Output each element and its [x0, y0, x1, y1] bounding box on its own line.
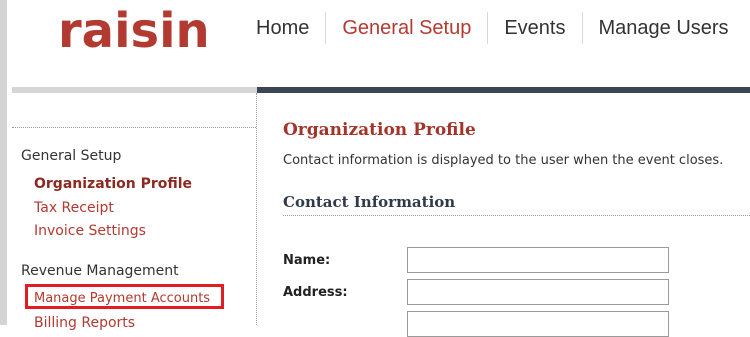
- sidebar-heading-general-setup: General Setup: [21, 148, 122, 164]
- window-left-edge: [0, 0, 7, 325]
- nav-manage-users[interactable]: Manage Users: [583, 12, 745, 44]
- sidebar-divider: [12, 127, 256, 128]
- address-label: Address:: [283, 285, 348, 300]
- nav-home[interactable]: Home: [240, 12, 327, 44]
- nav-events[interactable]: Events: [488, 12, 583, 44]
- sidebar-item-billing-reports[interactable]: Billing Reports: [34, 315, 135, 331]
- top-nav: Home General Setup Events Manage Users: [240, 10, 745, 46]
- section-title-contact-information: Contact Information: [283, 193, 456, 211]
- column-divider: [256, 93, 257, 325]
- sidebar-item-invoice-settings[interactable]: Invoice Settings: [34, 223, 146, 239]
- raisin-logo[interactable]: raisin: [58, 2, 210, 60]
- sidebar: General Setup Organization Profile Tax R…: [12, 93, 256, 331]
- name-label: Name:: [283, 253, 331, 268]
- nav-general-setup[interactable]: General Setup: [326, 12, 489, 44]
- sidebar-item-tax-receipt[interactable]: Tax Receipt: [34, 200, 114, 216]
- page-title: Organization Profile: [283, 120, 476, 140]
- section-divider: [283, 215, 750, 216]
- address-input[interactable]: [407, 279, 669, 305]
- page-description: Contact information is displayed to the …: [283, 153, 724, 168]
- main-content: Organization Profile Contact information…: [283, 93, 750, 337]
- highlight-box: [25, 284, 224, 309]
- name-input[interactable]: [407, 247, 669, 273]
- address-line-2-input[interactable]: [407, 311, 669, 337]
- sidebar-heading-revenue-management: Revenue Management: [21, 263, 179, 279]
- sidebar-item-organization-profile[interactable]: Organization Profile: [34, 176, 192, 192]
